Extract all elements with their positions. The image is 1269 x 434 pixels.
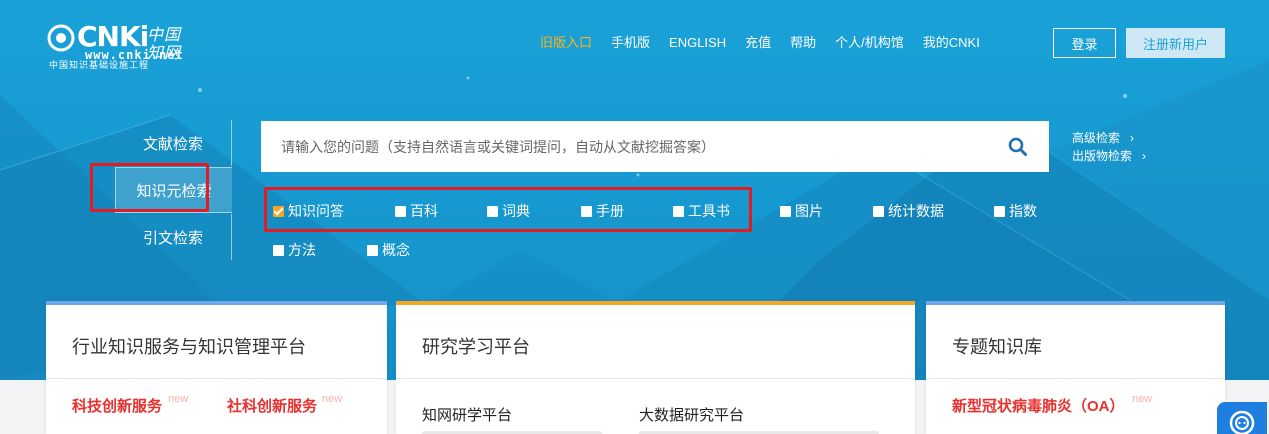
checkbox-icon xyxy=(367,244,378,256)
checkbox-icon xyxy=(873,205,884,217)
option-method[interactable]: 方法 xyxy=(273,241,316,259)
register-button[interactable]: 注册新用户 xyxy=(1126,28,1225,58)
nav-personal-institution[interactable]: 个人/机构馆 xyxy=(835,33,904,53)
top-nav: 旧版入口 手机版 ENGLISH 充值 帮助 个人/机构馆 我的CNKI xyxy=(540,33,999,53)
nav-mobile[interactable]: 手机版 xyxy=(611,33,650,53)
publication-search-link[interactable]: 出版物检索 › xyxy=(1072,147,1146,165)
logo-url: www.cnki.net xyxy=(85,48,184,62)
card-divider xyxy=(926,378,1225,379)
tab-literature-search[interactable]: 文献检索 xyxy=(115,120,232,166)
chevron-right-icon: › xyxy=(1130,131,1135,145)
new-badge: new xyxy=(1132,393,1153,405)
option-images[interactable]: 图片 xyxy=(780,202,823,220)
link-big-data-research-platform[interactable]: 大数据研究平台 xyxy=(639,404,744,425)
publication-search-label: 出版物检索 xyxy=(1072,149,1133,163)
nav-help[interactable]: 帮助 xyxy=(790,33,816,53)
option-statistics[interactable]: 统计数据 xyxy=(873,202,944,220)
link-tech-innovation[interactable]: 科技创新服务 xyxy=(72,395,162,416)
option-label: 图片 xyxy=(795,203,823,219)
option-label: 方法 xyxy=(288,242,316,258)
search-button[interactable] xyxy=(987,121,1049,172)
highlight-box-active-tab xyxy=(90,163,209,212)
logo-tagline: 中国知识基础设施工程 xyxy=(49,61,150,71)
advanced-search-label: 高级检索 xyxy=(1072,131,1121,145)
card-accent-bar xyxy=(396,301,915,305)
new-badge: new xyxy=(168,393,189,405)
option-concept[interactable]: 概念 xyxy=(367,241,410,259)
chevron-right-icon: › xyxy=(1142,149,1147,163)
card-accent-bar xyxy=(46,301,387,305)
search-icon xyxy=(1008,137,1027,156)
advanced-search-link[interactable]: 高级检索 › xyxy=(1072,129,1146,147)
floating-service-button[interactable] xyxy=(1217,402,1267,434)
card-divider xyxy=(396,378,915,379)
link-cnki-research-platform[interactable]: 知网研学平台 xyxy=(422,404,512,425)
nav-english[interactable]: ENGLISH xyxy=(669,33,726,53)
checkbox-icon xyxy=(994,205,1005,217)
search-input[interactable] xyxy=(261,121,987,172)
card-special-topic-library: 专题知识库 新型冠状病毒肺炎（OA） new xyxy=(926,301,1225,434)
search-bar xyxy=(261,121,1049,172)
card-industry-knowledge: 行业知识服务与知识管理平台 科技创新服务 new 社科创新服务 new xyxy=(46,301,387,434)
cnki-logo[interactable]: CNKi 中国知网 www.cnki.net 中国知识基础设施工程 xyxy=(47,22,197,71)
option-label: 概念 xyxy=(382,242,410,258)
highlight-box-options xyxy=(264,187,752,232)
login-button[interactable]: 登录 xyxy=(1053,28,1116,58)
option-label: 统计数据 xyxy=(888,203,944,219)
checkbox-icon xyxy=(273,244,284,256)
card-divider xyxy=(46,378,387,379)
cnki-globe-icon xyxy=(47,24,75,52)
card-accent-bar xyxy=(926,301,1225,305)
link-social-science-innovation[interactable]: 社科创新服务 xyxy=(227,395,317,416)
tab-citation-search[interactable]: 引文检索 xyxy=(115,214,232,260)
link-covid19-oa[interactable]: 新型冠状病毒肺炎（OA） xyxy=(952,395,1125,416)
card-title[interactable]: 研究学习平台 xyxy=(422,333,530,359)
checkbox-icon xyxy=(780,205,791,217)
option-label: 指数 xyxy=(1009,203,1037,219)
headset-icon xyxy=(1229,410,1255,434)
card-title[interactable]: 行业知识服务与知识管理平台 xyxy=(72,333,306,359)
nav-my-cnki[interactable]: 我的CNKI xyxy=(923,33,980,53)
nav-old-version[interactable]: 旧版入口 xyxy=(540,33,592,53)
card-title[interactable]: 专题知识库 xyxy=(952,333,1042,359)
nav-recharge[interactable]: 充值 xyxy=(745,33,771,53)
new-badge: new xyxy=(322,393,343,405)
card-research-learning: 研究学习平台 知网研学平台 大数据研究平台 xyxy=(396,301,915,434)
option-index[interactable]: 指数 xyxy=(994,202,1037,220)
search-side-links: 高级检索 › 出版物检索 › xyxy=(1072,129,1146,165)
